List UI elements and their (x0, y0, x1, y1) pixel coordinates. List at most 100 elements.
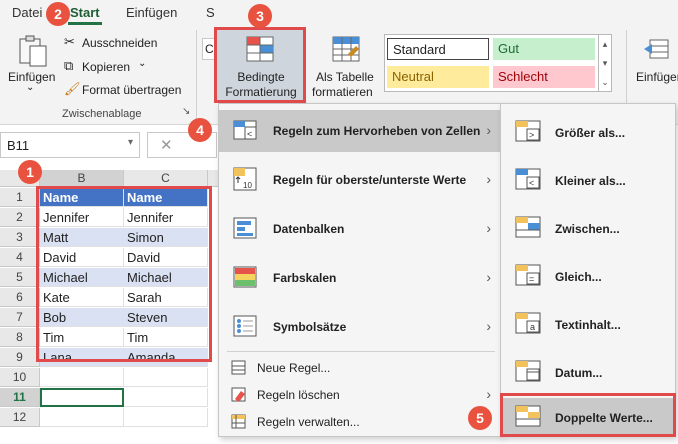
empty-cell[interactable] (40, 368, 124, 387)
chevron-right-icon: › (486, 318, 491, 334)
row-header[interactable]: 4 (0, 248, 40, 267)
chevron-right-icon: › (486, 386, 491, 402)
step-badge-2: 2 (46, 2, 70, 26)
styles-scroll[interactable]: ▴ ▾ ⌄ (598, 34, 612, 92)
submenu-item-text-contains[interactable]: a Textinhalt... (501, 304, 675, 344)
style-schlecht[interactable]: Schlecht (493, 66, 595, 88)
equal-to-icon: = (515, 264, 541, 286)
column-header-b[interactable]: B (40, 170, 124, 187)
format-table-label-line1: Als Tabelle (316, 70, 374, 84)
row-header[interactable]: 6 (0, 288, 40, 307)
divider (196, 30, 197, 120)
submenu-item-less-than[interactable]: < Kleiner als... (501, 160, 675, 200)
step-badge-5: 5 (468, 406, 492, 430)
chevron-down-icon: ▾ (127, 137, 133, 148)
style-neutral[interactable]: Neutral (387, 66, 489, 88)
insert-cells-button[interactable]: Einfüger (634, 34, 678, 94)
empty-cell[interactable] (124, 408, 208, 427)
brush-icon: 🖌 (64, 81, 81, 96)
chevron-down-icon: ⌄ (138, 58, 147, 69)
menu-item-highlight-cells-rules[interactable]: < Regeln zum Hervorheben von Zellen › (219, 110, 501, 152)
scissors-icon: ✂ (64, 34, 75, 49)
row-header[interactable]: 12 (0, 408, 40, 427)
row-header[interactable]: 10 (0, 368, 40, 387)
tab-s[interactable]: S (206, 5, 215, 20)
svg-text:<: < (247, 129, 252, 139)
cut-label: Ausschneiden (82, 36, 158, 50)
menu-item-label: Regeln verwalten... (257, 415, 360, 429)
menu-item-new-rule[interactable]: Neue Regel... (219, 356, 501, 380)
empty-cell[interactable] (124, 388, 208, 407)
step-badge-3: 3 (248, 4, 272, 28)
icon-sets-icon (233, 315, 257, 337)
cf-button-highlight (214, 27, 306, 103)
menu-item-label: Regeln zum Hervorheben von Zellen (273, 124, 481, 138)
submenu-label: Zwischen... (555, 222, 620, 236)
paste-button[interactable]: Einfügen ⌄ (6, 30, 60, 94)
name-box[interactable]: B11 ▾ (0, 132, 140, 158)
row-header[interactable]: 5 (0, 268, 40, 287)
row-header[interactable]: 1 (0, 188, 40, 207)
row-header[interactable]: 11 (0, 388, 40, 407)
menu-item-manage-rules[interactable]: Regeln verwalten... (219, 410, 501, 434)
empty-cell[interactable] (40, 408, 124, 427)
row-header[interactable]: 2 (0, 208, 40, 227)
clipboard-group-label: Zwischenablage (62, 108, 142, 120)
menu-item-clear-rules[interactable]: Regeln löschen › (219, 383, 501, 407)
submenu-item-greater-than[interactable]: > Größer als... (501, 112, 675, 152)
submenu-label: Kleiner als... (555, 174, 626, 188)
new-rule-icon (231, 360, 246, 375)
submenu-label: Datum... (555, 366, 603, 380)
insert-label: Einfüger (636, 70, 678, 84)
paste-icon (19, 35, 47, 67)
between-icon (515, 216, 541, 238)
active-tab-indicator (68, 22, 102, 25)
chevron-down-icon: ⌄ (26, 82, 35, 93)
chevron-right-icon: › (486, 269, 491, 285)
color-scales-icon (233, 266, 257, 288)
ribbon-tabs: Datei Start Einfügen S (0, 0, 678, 26)
close-icon[interactable]: ✕ (160, 136, 173, 154)
highlight-rules-submenu: > Größer als... < Kleiner als... Zwische… (500, 103, 676, 437)
svg-text:<: < (529, 178, 534, 188)
copy-icon: ⧉ (64, 58, 74, 73)
tab-einfuegen[interactable]: Einfügen (126, 5, 177, 20)
eraser-icon (231, 387, 246, 402)
menu-item-label: Neue Regel... (257, 361, 331, 375)
menu-item-color-scales[interactable]: Farbskalen › (219, 257, 501, 299)
chevron-right-icon: › (486, 171, 491, 187)
submenu-label: Gleich... (555, 270, 602, 284)
text-contains-icon: a (515, 312, 541, 334)
row-header[interactable]: 7 (0, 308, 40, 327)
submenu-label: Größer als... (555, 126, 626, 140)
row-header[interactable]: 3 (0, 228, 40, 247)
chevron-right-icon: › (486, 122, 491, 138)
menu-item-icon-sets[interactable]: Symbolsätze › (219, 306, 501, 348)
style-standard[interactable]: Standard (387, 38, 489, 60)
copy-button[interactable]: ⧉ Kopieren ⌄ (64, 58, 164, 76)
format-as-table-button[interactable]: Als Tabelle formatieren (310, 30, 382, 100)
column-header-c[interactable]: C (124, 170, 208, 187)
tab-datei[interactable]: Datei (12, 5, 42, 20)
selected-cell[interactable] (40, 388, 124, 407)
submenu-item-equal-to[interactable]: = Gleich... (501, 256, 675, 296)
svg-text:10: 10 (243, 181, 252, 190)
row-header[interactable]: 9 (0, 348, 40, 367)
submenu-item-between[interactable]: Zwischen... (501, 208, 675, 248)
menu-item-label: Regeln für oberste/unterste Werte (273, 173, 467, 187)
highlight-cells-icon: < (233, 120, 257, 140)
menu-item-top-bottom-rules[interactable]: 10 Regeln für oberste/unterste Werte › (219, 159, 501, 201)
dialog-launcher-icon[interactable]: ↘ (182, 106, 190, 117)
name-box-value: B11 (7, 138, 30, 153)
row-header[interactable]: 8 (0, 328, 40, 347)
submenu-item-date[interactable]: Datum... (501, 352, 675, 392)
table-icon (332, 36, 360, 62)
menu-divider (227, 351, 495, 352)
cut-button[interactable]: ✂ Ausschneiden (64, 34, 164, 52)
data-bars-icon (233, 217, 257, 239)
style-gut[interactable]: Gut (493, 38, 595, 60)
menu-item-data-bars[interactable]: Datenbalken › (219, 208, 501, 250)
format-painter-button[interactable]: 🖌 Format übertragen (64, 81, 184, 99)
empty-cell[interactable] (124, 368, 208, 387)
tab-start[interactable]: Start (70, 5, 100, 20)
